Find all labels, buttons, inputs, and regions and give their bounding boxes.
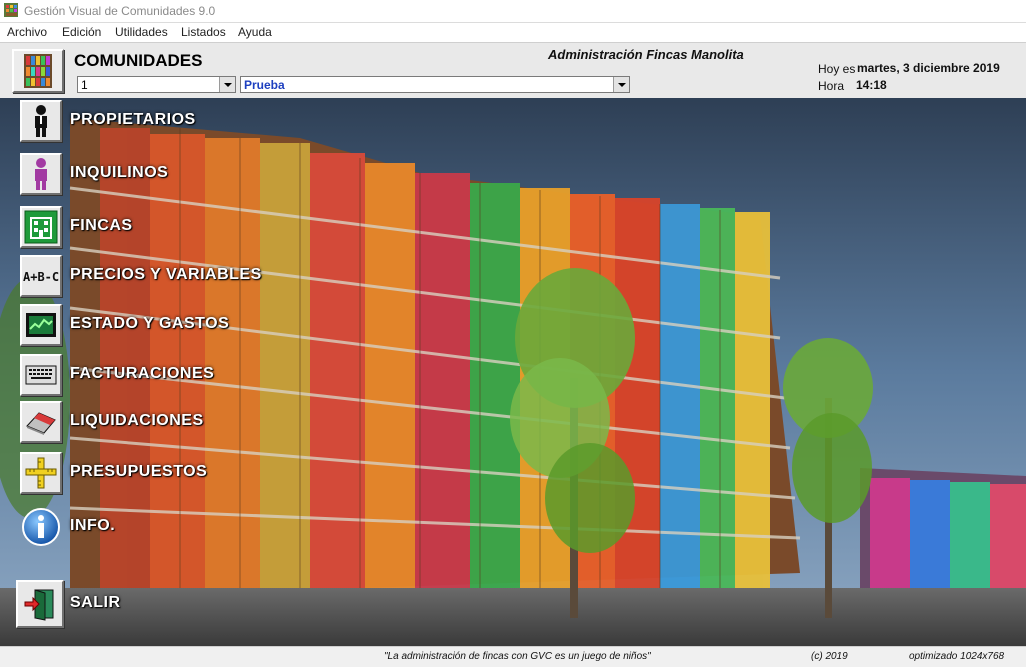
nav-label-liquidaciones: LIQUIDACIONES — [70, 412, 204, 429]
footer-bar: "La administración de fincas con GVC es … — [0, 646, 1026, 667]
estado-gastos-button[interactable] — [20, 304, 62, 346]
nav-propietarios[interactable]: PROPIETARIOS — [0, 100, 330, 144]
nav-label-inquilinos: INQUILINOS — [70, 164, 169, 181]
nav-estado-gastos[interactable]: ESTADO Y GASTOS — [0, 304, 330, 348]
main-panel: PROPIETARIOS INQUILINOS FINCAS A+B-C PRE… — [0, 98, 1026, 646]
nav-label-estado-gastos: ESTADO Y GASTOS — [70, 315, 230, 332]
nav-label-presupuestos: PRESUPUESTOS — [70, 463, 208, 480]
owner-person-icon — [35, 105, 47, 137]
nav-label-salir: SALIR — [70, 594, 121, 611]
presupuestos-button[interactable] — [20, 452, 62, 494]
nav-label-info: INFO. — [70, 517, 116, 534]
organization-name: Administración Fincas Manolita — [548, 47, 744, 62]
bookshelf-icon — [24, 54, 52, 88]
fincas-button[interactable] — [20, 206, 62, 248]
footer-copyright: (c) 2019 — [811, 651, 848, 662]
menu-archivo[interactable]: Archivo — [7, 25, 47, 39]
footer-slogan: "La administración de fincas con GVC es … — [384, 651, 651, 662]
today-value: martes, 3 diciembre 2019 — [857, 61, 1000, 75]
menu-utilidades[interactable]: Utilidades — [115, 25, 168, 39]
nav-info[interactable]: INFO. — [0, 506, 330, 550]
nav-label-propietarios: PROPIETARIOS — [70, 111, 196, 128]
info-icon — [22, 508, 60, 546]
ruler-budget-icon — [25, 457, 57, 489]
liquidaciones-button[interactable] — [20, 401, 62, 443]
menu-edicion[interactable]: Edición — [62, 25, 101, 39]
menu-bar: Archivo Edición Utilidades Listados Ayud… — [0, 23, 1026, 42]
precios-variables-button[interactable]: A+B-C — [20, 255, 62, 297]
menu-listados[interactable]: Listados — [181, 25, 226, 39]
eraser-settlement-icon — [26, 412, 56, 435]
nav-precios-variables[interactable]: A+B-C PRECIOS Y VARIABLES — [0, 255, 330, 299]
time-value: 14:18 — [856, 78, 887, 92]
menu-ayuda[interactable]: Ayuda — [238, 25, 272, 39]
nav-facturaciones[interactable]: FACTURACIONES — [0, 354, 330, 398]
chevron-down-icon[interactable] — [219, 77, 235, 92]
propietarios-button[interactable] — [20, 100, 62, 142]
exit-door-icon — [24, 589, 54, 621]
nav-label-fincas: FINCAS — [70, 217, 133, 234]
chevron-down-icon[interactable] — [613, 77, 629, 92]
title-bar: Gestión Visual de Comunidades 9.0 — [0, 0, 1026, 23]
chart-monitor-icon — [26, 313, 56, 337]
nav-label-facturaciones: FACTURACIONES — [70, 365, 215, 382]
nav-presupuestos[interactable]: PRESUPUESTOS — [0, 452, 330, 496]
nav-salir[interactable]: SALIR — [0, 580, 330, 628]
time-label: Hora — [818, 79, 845, 93]
info-button[interactable] — [20, 506, 62, 548]
abc-variables-icon: A+B-C — [23, 270, 59, 284]
today-label: Hoy es — [818, 62, 856, 76]
tenant-person-icon — [35, 158, 47, 190]
nav-liquidaciones[interactable]: LIQUIDACIONES — [0, 401, 330, 445]
section-title: COMUNIDADES — [74, 51, 203, 70]
svg-text:A+B-C: A+B-C — [23, 270, 59, 284]
header-panel: COMUNIDADES 1 Prueba Administración Finc… — [0, 42, 1026, 99]
community-name-select[interactable]: Prueba — [240, 76, 630, 93]
salir-button[interactable] — [16, 580, 64, 628]
nav-fincas[interactable]: FINCAS — [0, 206, 330, 250]
app-icon — [4, 3, 18, 17]
inquilinos-button[interactable] — [20, 153, 62, 195]
community-number-select[interactable]: 1 — [77, 76, 236, 93]
nav-label-precios-variables: PRECIOS Y VARIABLES — [70, 266, 262, 283]
nav-inquilinos[interactable]: INQUILINOS — [0, 153, 330, 197]
community-name-value: Prueba — [244, 78, 285, 92]
footer-optimized: optimizado 1024x768 — [909, 651, 1005, 662]
community-number-value: 1 — [81, 78, 88, 92]
invoice-keyboard-icon — [25, 365, 57, 385]
building-icon — [24, 210, 58, 244]
facturaciones-button[interactable] — [20, 354, 62, 396]
communities-button[interactable] — [12, 49, 64, 93]
window-title: Gestión Visual de Comunidades 9.0 — [24, 4, 216, 18]
